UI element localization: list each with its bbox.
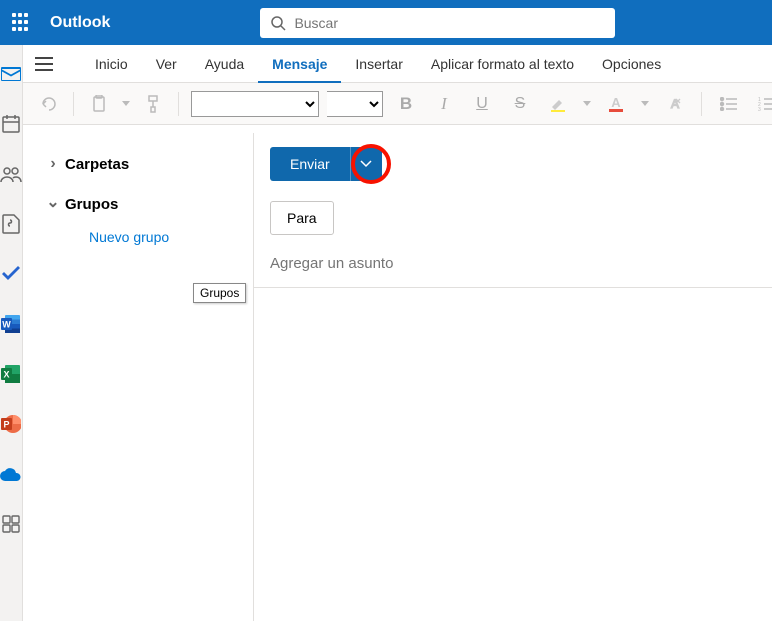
tab-aplicar-formato[interactable]: Aplicar formato al texto: [417, 45, 588, 83]
clipboard-icon[interactable]: [86, 90, 112, 118]
search-icon: [270, 15, 286, 31]
highlight-dropdown-icon[interactable]: [581, 91, 593, 117]
highlight-icon[interactable]: [543, 91, 573, 117]
files-icon[interactable]: [0, 213, 22, 235]
font-color-icon[interactable]: A: [601, 91, 631, 117]
underline-icon[interactable]: U: [467, 91, 497, 117]
svg-text:W: W: [2, 320, 11, 330]
mail-icon[interactable]: [0, 63, 22, 85]
send-dropdown-button[interactable]: [350, 147, 382, 181]
strikethrough-icon[interactable]: S: [505, 91, 535, 117]
number-list-icon[interactable]: 123: [752, 91, 772, 117]
todo-icon[interactable]: [0, 263, 22, 285]
groups-header[interactable]: ⌄ Grupos: [33, 187, 243, 221]
ribbon-tabs: Inicio Ver Ayuda Mensaje Insertar Aplica…: [23, 45, 772, 83]
italic-icon[interactable]: I: [429, 91, 459, 117]
font-family-select[interactable]: [191, 91, 319, 117]
app-launcher-icon[interactable]: [8, 9, 36, 37]
chevron-down-icon: [360, 160, 372, 168]
app-rail: W X P: [0, 45, 23, 621]
excel-icon[interactable]: X: [0, 363, 22, 385]
ribbon-toolbar: B I U S A A 123: [23, 83, 772, 125]
hamburger-icon[interactable]: [35, 51, 61, 77]
more-apps-icon[interactable]: [0, 513, 22, 535]
svg-text:A: A: [671, 97, 679, 111]
people-icon[interactable]: [0, 163, 22, 185]
onedrive-icon[interactable]: [0, 463, 22, 485]
tab-ayuda[interactable]: Ayuda: [191, 45, 258, 83]
clear-formatting-icon[interactable]: A: [659, 91, 689, 117]
search-input[interactable]: [294, 15, 605, 31]
folder-sidebar: › Carpetas ⌄ Grupos Nuevo grupo Grupos: [23, 125, 253, 621]
chevron-right-icon: ›: [41, 155, 65, 173]
powerpoint-icon[interactable]: P: [0, 413, 22, 435]
svg-text:A: A: [611, 95, 621, 110]
svg-text:X: X: [3, 370, 9, 380]
new-group-link[interactable]: Nuevo grupo: [89, 229, 243, 245]
groups-tooltip: Grupos: [193, 283, 246, 303]
chevron-down-icon: ⌄: [41, 192, 65, 212]
tab-ver[interactable]: Ver: [142, 45, 191, 83]
folders-header[interactable]: › Carpetas: [33, 147, 243, 181]
groups-label: Grupos: [65, 196, 118, 213]
app-title: Outlook: [50, 14, 110, 32]
font-size-select[interactable]: [327, 91, 383, 117]
calendar-icon[interactable]: [0, 113, 22, 135]
tab-opciones[interactable]: Opciones: [588, 45, 675, 83]
word-icon[interactable]: W: [0, 313, 22, 335]
compose-pane: Enviar Para: [253, 133, 772, 621]
to-button[interactable]: Para: [270, 201, 334, 235]
header-bar: Outlook: [0, 0, 772, 45]
folders-label: Carpetas: [65, 156, 129, 173]
send-button[interactable]: Enviar: [270, 147, 350, 181]
tab-mensaje[interactable]: Mensaje: [258, 45, 341, 83]
tab-inicio[interactable]: Inicio: [81, 45, 142, 83]
undo-icon[interactable]: [35, 90, 61, 118]
tab-insertar[interactable]: Insertar: [341, 45, 416, 83]
subject-input[interactable]: [270, 255, 772, 272]
clipboard-dropdown-icon[interactable]: [120, 90, 132, 118]
svg-text:3: 3: [758, 107, 761, 111]
svg-text:P: P: [3, 420, 9, 430]
bullet-list-icon[interactable]: [714, 91, 744, 117]
format-painter-icon[interactable]: [140, 90, 166, 118]
search-box[interactable]: [260, 8, 615, 38]
font-color-dropdown-icon[interactable]: [639, 91, 651, 117]
bold-icon[interactable]: B: [391, 91, 421, 117]
